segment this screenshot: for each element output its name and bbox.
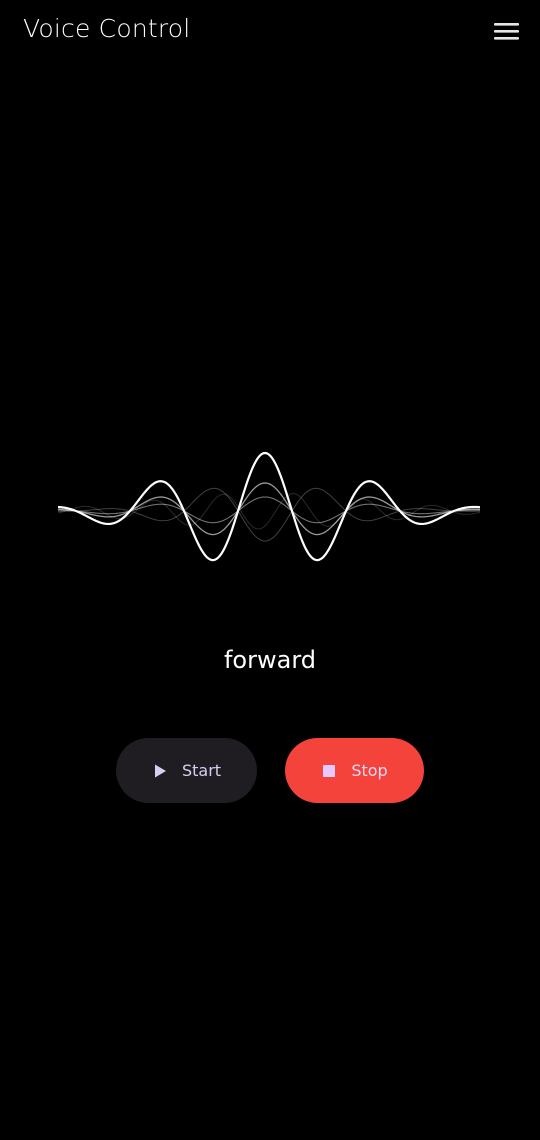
stop-button[interactable]: Stop [285, 738, 424, 803]
start-button-label: Start [181, 761, 222, 780]
voice-waveform [0, 430, 540, 600]
recognized-command-text: forward [223, 646, 316, 674]
app-title: Voice Control [23, 14, 191, 43]
app-bar: Voice Control [0, 0, 540, 64]
start-button[interactable]: Start [116, 738, 257, 803]
stop-icon [321, 763, 337, 779]
waveform-line [57, 451, 481, 562]
play-icon [152, 763, 168, 779]
hamburger-menu-icon[interactable] [490, 20, 522, 44]
stop-button-label: Stop [351, 761, 388, 780]
